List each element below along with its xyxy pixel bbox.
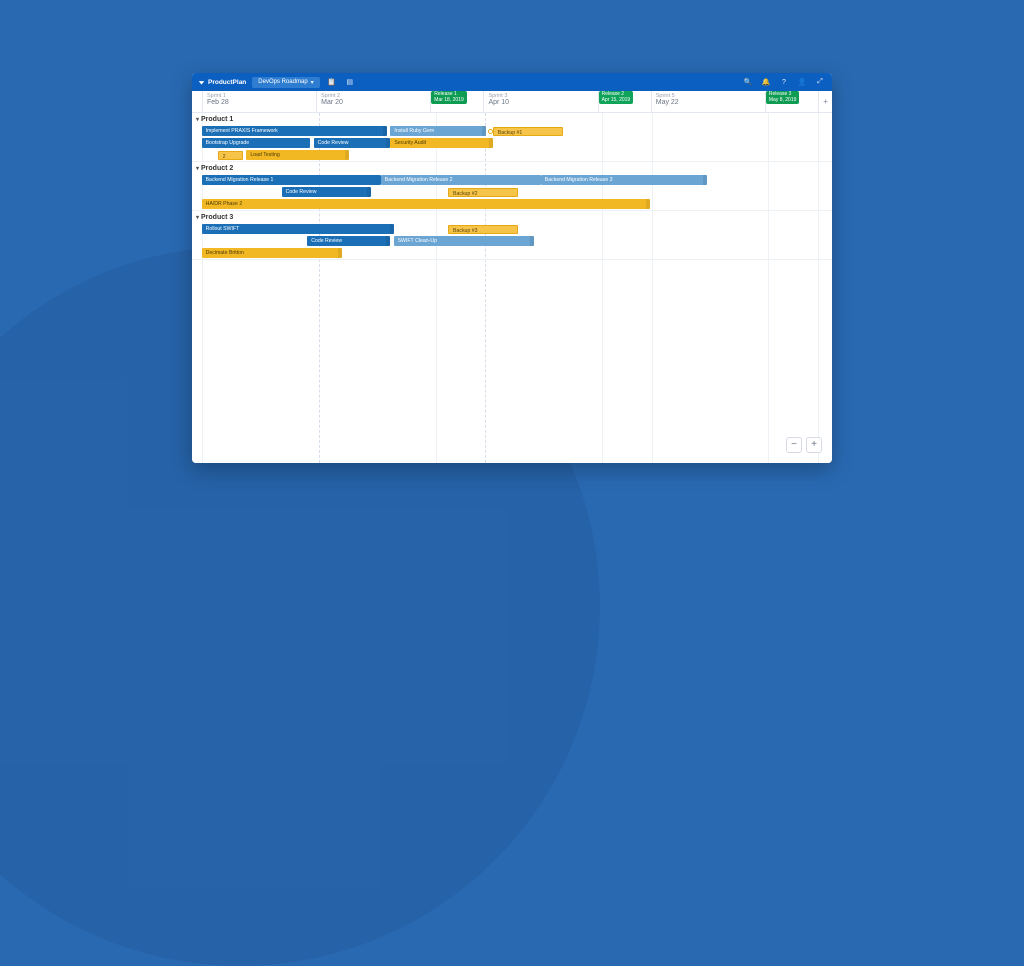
task-bar[interactable]: Rollout SWIFT bbox=[202, 224, 394, 234]
task-bar[interactable]: Security Audit bbox=[390, 138, 492, 148]
zoom-controls: − + bbox=[786, 437, 822, 453]
timeline-col[interactable]: Sprint 5 May 22 bbox=[651, 91, 765, 112]
group-name: Product 3 bbox=[201, 214, 233, 221]
roadmap-selector[interactable]: DevOps Roadmap ▾ bbox=[252, 77, 319, 88]
task-bar[interactable]: Backup #1 bbox=[493, 127, 563, 136]
task-bar[interactable]: SWIFT Clean-Up bbox=[394, 236, 535, 246]
connector-dot bbox=[488, 129, 493, 134]
release-tag[interactable]: Release 2 Apr 15, 2019 bbox=[599, 91, 634, 104]
task-bar[interactable]: Backend Migration Release 2 bbox=[381, 175, 541, 185]
group-header[interactable]: ▾ Product 2 bbox=[192, 162, 832, 174]
zoom-out-button[interactable]: − bbox=[786, 437, 802, 453]
clipboard-icon[interactable]: 📋 bbox=[326, 76, 338, 88]
task-bar[interactable]: Load Testing bbox=[246, 150, 348, 160]
task-bar[interactable]: HA/DR Phase 2 bbox=[202, 199, 650, 209]
timeline-col[interactable]: Sprint 1 Feb 28 bbox=[202, 91, 316, 112]
bell-icon[interactable]: 🔔 bbox=[760, 76, 772, 88]
zoom-in-button[interactable]: + bbox=[806, 437, 822, 453]
task-bar[interactable]: Code Review bbox=[307, 236, 390, 246]
task-bar[interactable]: Decimate Britton bbox=[202, 248, 343, 258]
brand-label: ProductPlan bbox=[208, 79, 246, 86]
timeline-col[interactable]: Release 1 Mar 18, 2019 bbox=[430, 91, 483, 112]
user-icon[interactable]: 👤 bbox=[796, 76, 808, 88]
timeline-header: Sprint 1 Feb 28 Sprint 2 Mar 20 Release … bbox=[192, 91, 832, 113]
task-bar[interactable]: Backup #3 bbox=[448, 225, 518, 234]
brand[interactable]: ProductPlan bbox=[198, 79, 246, 86]
release-tag[interactable]: Release 1 Mar 18, 2019 bbox=[431, 91, 466, 104]
task-bar[interactable]: Code Review bbox=[314, 138, 391, 148]
group-header[interactable]: ▾ Product 1 bbox=[192, 113, 832, 125]
task-bar[interactable]: Implement PRAXIS Framework bbox=[202, 126, 388, 136]
release-tag[interactable]: Release 3 May 8, 2019 bbox=[766, 91, 800, 104]
gantt-body: ▾ Product 1 Implement PRAXIS Framework I… bbox=[192, 113, 832, 463]
task-bar[interactable]: 2 bbox=[218, 151, 244, 160]
task-bar[interactable]: Backup #2 bbox=[448, 188, 518, 197]
roadmap-name: DevOps Roadmap bbox=[258, 79, 307, 85]
timeline-col[interactable]: Sprint 3 Apr 10 bbox=[483, 91, 597, 112]
group-name: Product 2 bbox=[201, 165, 233, 172]
task-bar[interactable]: Bootstrap Upgrade bbox=[202, 138, 311, 148]
timeline-col[interactable]: Release 2 Apr 15, 2019 bbox=[598, 91, 651, 112]
timeline-col[interactable]: Sprint 2 Mar 20 bbox=[316, 91, 430, 112]
group-name: Product 1 bbox=[201, 116, 233, 123]
sprint-date: Mar 20 bbox=[321, 99, 426, 106]
sprint-date: Feb 28 bbox=[207, 99, 312, 106]
caret-down-icon: ▾ bbox=[196, 214, 199, 221]
caret-down-icon: ▾ bbox=[196, 116, 199, 123]
expand-icon[interactable]: ⤢ bbox=[814, 76, 826, 88]
task-bar[interactable]: Backend Migration Release 3 bbox=[541, 175, 707, 185]
task-bar[interactable]: Install Ruby Gem bbox=[390, 126, 486, 136]
add-column-button[interactable]: + bbox=[818, 91, 832, 112]
top-bar: ProductPlan DevOps Roadmap ▾ 📋 ▤ 🔍 🔔 ? 👤… bbox=[192, 73, 832, 91]
timeline-col[interactable]: Release 3 May 8, 2019 bbox=[765, 91, 818, 112]
sprint-date: May 22 bbox=[656, 99, 761, 106]
logo-icon bbox=[198, 79, 205, 86]
task-bar[interactable]: Code Review bbox=[282, 187, 372, 197]
layout-icon[interactable]: ▤ bbox=[344, 76, 356, 88]
search-icon[interactable]: 🔍 bbox=[742, 76, 754, 88]
task-bar[interactable]: Backend Migration Release 1 bbox=[202, 175, 381, 185]
sprint-date: Apr 10 bbox=[488, 99, 593, 106]
chevron-down-icon: ▾ bbox=[311, 79, 314, 86]
group-header[interactable]: ▾ Product 3 bbox=[192, 211, 832, 223]
caret-down-icon: ▾ bbox=[196, 165, 199, 172]
help-icon[interactable]: ? bbox=[778, 76, 790, 88]
app-window: ProductPlan DevOps Roadmap ▾ 📋 ▤ 🔍 🔔 ? 👤… bbox=[192, 73, 832, 463]
